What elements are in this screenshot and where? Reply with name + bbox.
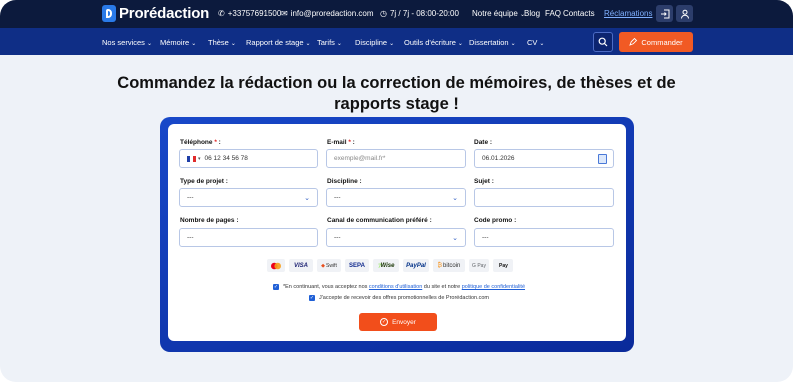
nav-dissertation[interactable]: Dissertation ⌄ xyxy=(469,38,516,47)
opening-hours: ◷ 7j / 7j - 08:00-20:00 xyxy=(380,9,459,18)
nav-discipline[interactable]: Discipline ⌄ xyxy=(355,38,394,47)
phone-value: 06 12 34 56 78 xyxy=(204,155,248,162)
link-blog[interactable]: Blog xyxy=(524,9,540,18)
link-faq[interactable]: FAQ xyxy=(545,9,561,18)
pages-label: Nombre de pages : xyxy=(180,217,239,224)
nav-rapport-de-stage[interactable]: Rapport de stage ⌄ xyxy=(246,38,311,47)
chevron-down-icon: ⌄ xyxy=(539,41,545,47)
visa-icon: VISA xyxy=(289,259,313,272)
logo-text: Prorédaction xyxy=(119,5,210,22)
calendar-icon[interactable] xyxy=(598,154,607,164)
subject-input[interactable] xyxy=(474,188,614,207)
chevron-down-icon: ⌄ xyxy=(305,41,311,47)
email-address: info@proredaction.com xyxy=(290,9,374,18)
discipline-value: --- xyxy=(334,194,341,201)
terms-consent[interactable]: ✓ *En continuant, vous acceptez nos cond… xyxy=(273,284,525,290)
chevron-down-icon: ⌄ xyxy=(191,41,197,47)
logo-icon xyxy=(102,5,116,22)
channel-value: --- xyxy=(334,234,341,241)
search-button[interactable] xyxy=(593,32,613,52)
terms-link[interactable]: conditions d'utilisation xyxy=(369,284,422,290)
project-type-label: Type de projet : xyxy=(180,178,228,185)
chevron-down-icon: ⌄ xyxy=(457,41,463,47)
swift-icon: ◆ Swift xyxy=(317,259,341,272)
commander-button[interactable]: Commander xyxy=(619,32,693,52)
discipline-label: Discipline : xyxy=(327,178,362,185)
send-button[interactable]: ✓ Envoyer xyxy=(359,313,437,331)
channel-label: Canal de communication préféré : xyxy=(327,217,432,224)
apple-pay-icon: Pay xyxy=(493,259,513,272)
project-type-select[interactable]: --- ⌄ xyxy=(179,188,318,207)
nav-outils-ecriture[interactable]: Outils d'écriture ⌄ xyxy=(404,38,463,47)
nav-nos-services[interactable]: Nos services ⌄ xyxy=(102,38,152,47)
pages-value: --- xyxy=(187,234,194,241)
email-field[interactable]: exemple@mail.fr* xyxy=(326,149,466,168)
google-pay-icon: G Pay xyxy=(469,259,489,272)
hours-text: 7j / 7j - 08:00-20:00 xyxy=(389,9,459,18)
phone-contact[interactable]: ✆ +33757691500 xyxy=(218,9,281,18)
link-notre-equipe[interactable]: Notre équipe ⌄ xyxy=(472,9,525,18)
page: Prorédaction ✆ +33757691500 ✉ info@prore… xyxy=(0,0,793,382)
clock-icon: ◷ xyxy=(380,9,387,18)
top-bar: Prorédaction ✆ +33757691500 ✉ info@prore… xyxy=(0,0,793,28)
payment-methods: VISA ◆ Swift SEPA ⁊ Wise PayPal ₿ bitcoin G… xyxy=(267,259,513,272)
nav-memoire[interactable]: Mémoire ⌄ xyxy=(160,38,196,47)
link-contacts[interactable]: Contacts xyxy=(563,9,595,18)
terms-checkbox[interactable]: ✓ xyxy=(273,284,279,290)
promo-consent[interactable]: ✓ J'accepte de recevoir des offres promo… xyxy=(309,295,489,301)
france-flag-icon xyxy=(187,155,196,162)
promo-value: --- xyxy=(482,234,489,241)
page-title: Commandez la rédaction ou la correction … xyxy=(117,74,676,113)
login-icon xyxy=(660,9,669,18)
bitcoin-icon: ₿ bitcoin xyxy=(433,259,465,272)
privacy-link[interactable]: politique de confidentialité xyxy=(462,284,525,290)
chevron-down-icon: ⌄ xyxy=(304,195,310,202)
chevron-down-icon: ⌄ xyxy=(389,41,395,47)
project-type-value: --- xyxy=(187,194,194,201)
mastercard-icon xyxy=(267,259,285,272)
channel-select[interactable]: --- ⌄ xyxy=(326,228,466,247)
nav-tarifs[interactable]: Tarifs ⌄ xyxy=(317,38,342,47)
search-icon xyxy=(598,37,608,47)
chevron-down-icon: ⌄ xyxy=(146,41,152,47)
phone-icon: ✆ xyxy=(218,9,225,18)
link-reclamations[interactable]: Réclamations xyxy=(604,9,652,18)
phone-label: Téléphone * : xyxy=(180,139,221,146)
send-label: Envoyer xyxy=(392,318,416,326)
email-contact[interactable]: ✉ info@proredaction.com xyxy=(281,9,374,18)
country-chevron-icon: ▾ xyxy=(198,155,201,162)
mail-icon: ✉ xyxy=(281,9,288,18)
account-button[interactable] xyxy=(676,5,693,22)
subject-label: Sujet : xyxy=(474,178,494,185)
promo-label: Code promo : xyxy=(474,217,517,224)
promo-consent-text: J'accepte de recevoir des offres promoti… xyxy=(319,295,490,301)
discipline-select[interactable]: --- ⌄ xyxy=(326,188,466,207)
date-field[interactable]: 06.01.2026 xyxy=(474,149,614,168)
nav-cv[interactable]: CV ⌄ xyxy=(527,38,544,47)
email-label: E-mail * : xyxy=(327,139,355,146)
promo-input[interactable]: --- xyxy=(474,228,614,247)
paypal-icon: PayPal xyxy=(403,259,429,272)
chevron-down-icon: ⌄ xyxy=(230,41,236,47)
phone-input[interactable]: ▾ 06 12 34 56 78 xyxy=(179,149,318,168)
phone-number: +33757691500 xyxy=(227,9,282,18)
logo[interactable]: Prorédaction xyxy=(102,5,209,22)
pen-icon xyxy=(629,38,638,46)
chevron-down-icon: ⌄ xyxy=(452,195,458,202)
email-placeholder: exemple@mail.fr* xyxy=(334,155,386,162)
login-button[interactable] xyxy=(656,5,673,22)
user-icon xyxy=(680,9,689,19)
check-circle-icon: ✓ xyxy=(380,318,389,326)
pages-input[interactable]: --- xyxy=(179,228,318,247)
promo-checkbox[interactable]: ✓ xyxy=(309,295,315,301)
chevron-down-icon: ⌄ xyxy=(336,41,342,47)
date-value: 06.01.2026 xyxy=(482,155,515,162)
sepa-icon: SEPA xyxy=(345,259,369,272)
wise-icon: ⁊ Wise xyxy=(373,259,399,272)
chevron-down-icon: ⌄ xyxy=(452,235,458,242)
date-label: Date : xyxy=(474,139,493,146)
nav-these[interactable]: Thèse ⌄ xyxy=(208,38,236,47)
commander-label: Commander xyxy=(641,37,683,47)
chevron-down-icon: ⌄ xyxy=(510,41,516,47)
